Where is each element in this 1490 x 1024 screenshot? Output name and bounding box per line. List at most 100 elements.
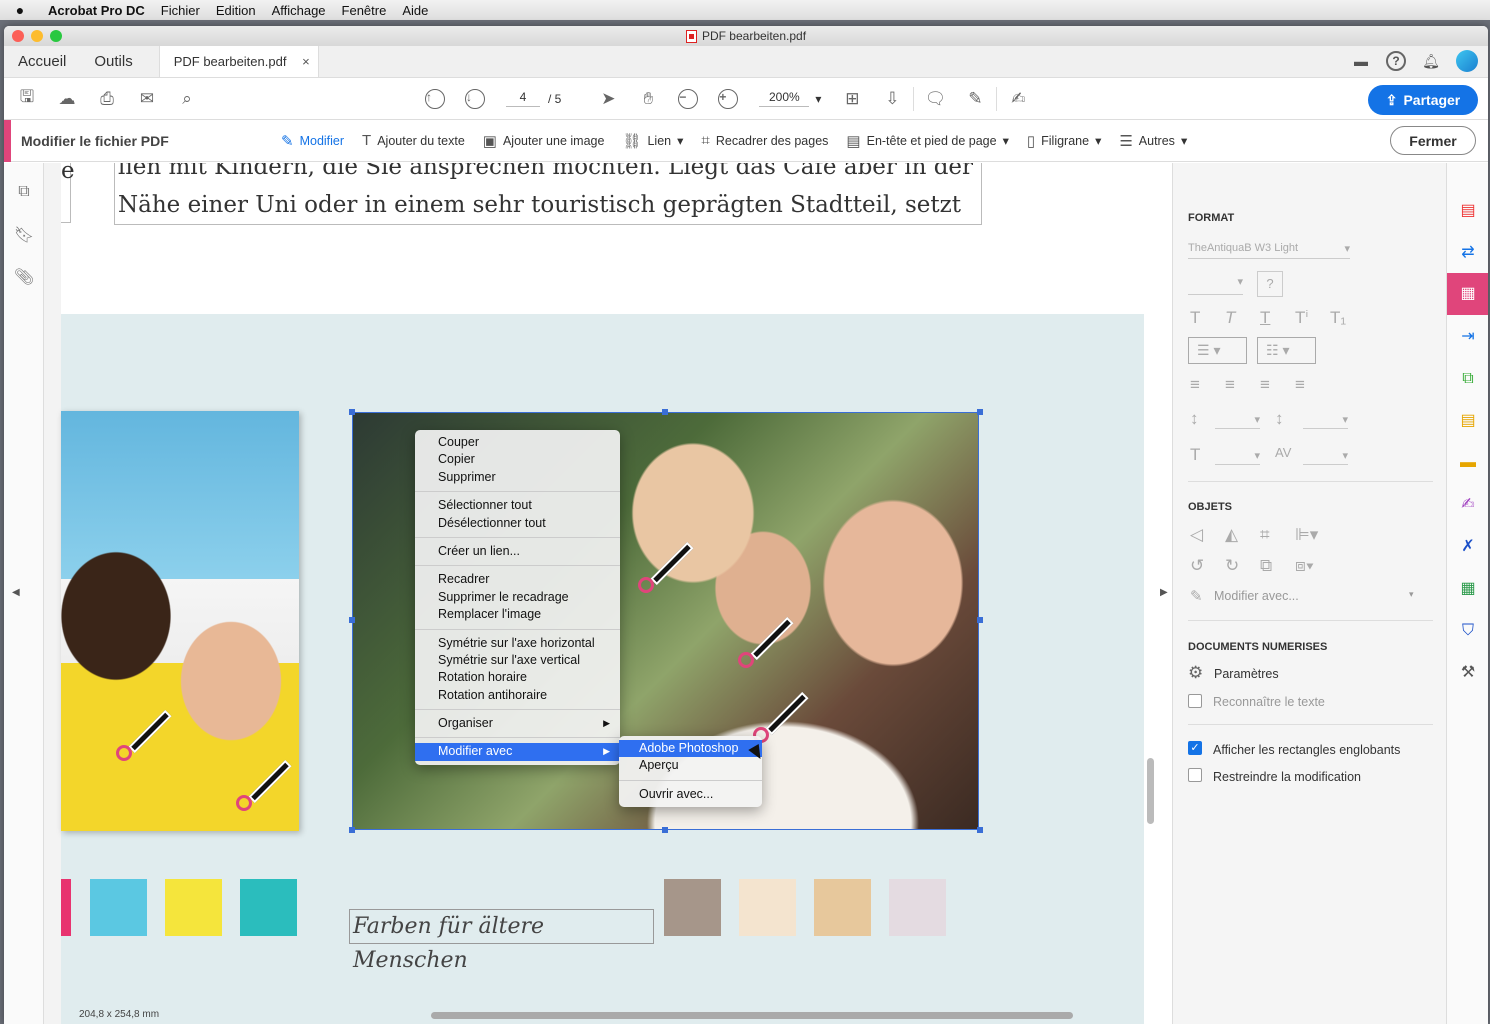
align-left-icon[interactable]: ≡ bbox=[1190, 375, 1200, 395]
tab-home[interactable]: Accueil bbox=[4, 46, 80, 77]
show-bounding-boxes-checkbox[interactable]: ✓ bbox=[1188, 741, 1202, 755]
align-center-icon[interactable]: ≡ bbox=[1225, 375, 1235, 395]
text-box[interactable]: lien mit Kindern, die Sie ansprechen möc… bbox=[114, 163, 982, 225]
vertical-scrollbar[interactable] bbox=[1147, 758, 1154, 824]
horizontal-scrollbar[interactable] bbox=[431, 1012, 1073, 1019]
menu-item-copy[interactable]: Copier bbox=[415, 451, 620, 468]
menu-item-flip-vertical[interactable]: Symétrie sur l'axe vertical bbox=[415, 652, 620, 669]
recognize-text-checkbox[interactable] bbox=[1188, 694, 1202, 708]
menu-item-delete[interactable]: Supprimer bbox=[415, 469, 620, 486]
menu-app[interactable]: Acrobat Pro DC bbox=[40, 3, 153, 18]
text-box-fragment[interactable]: e bbox=[61, 163, 75, 223]
line-spacing-select[interactable]: ▾ bbox=[1215, 413, 1260, 429]
align-objects-icon[interactable]: ⊫▾ bbox=[1295, 525, 1318, 545]
bullet-list-icon[interactable]: ☰ ▾ bbox=[1188, 337, 1247, 364]
link-tool[interactable]: ⛓︎ Lien ▾ bbox=[622, 132, 683, 150]
resize-handle[interactable] bbox=[349, 617, 355, 623]
comment-icon[interactable]: 🗨︎ bbox=[922, 86, 948, 112]
color-swatch[interactable] bbox=[664, 879, 721, 936]
gear-icon[interactable]: ⚙︎ bbox=[1188, 663, 1203, 683]
highlight-pen-icon[interactable]: ✎ bbox=[962, 86, 988, 112]
flip-vertical-icon[interactable]: ◭ bbox=[1225, 525, 1238, 545]
attachment-icon[interactable]: 📎︎ bbox=[13, 267, 35, 289]
page-down-icon[interactable]: ↓ bbox=[462, 86, 488, 112]
sign-icon[interactable]: ✍︎ bbox=[1005, 86, 1031, 112]
font-family-select[interactable]: TheAntiquaB W3 Light ▾ bbox=[1188, 242, 1350, 259]
numbered-list-icon[interactable]: ☷ ▾ bbox=[1257, 337, 1316, 364]
settings-link[interactable]: Paramètres bbox=[1214, 667, 1279, 681]
create-pdf-icon[interactable]: ▤ bbox=[1458, 201, 1478, 221]
subscript-icon[interactable]: T₁ bbox=[1330, 308, 1346, 328]
submenu-item-preview[interactable]: Aperçu bbox=[619, 757, 762, 774]
text-underline-icon[interactable]: T bbox=[1260, 308, 1270, 328]
color-swatch[interactable] bbox=[814, 879, 871, 936]
menu-item-crop[interactable]: Recadrer bbox=[415, 571, 620, 588]
apple-icon[interactable]: ● bbox=[0, 2, 40, 18]
restrict-editing-checkbox[interactable] bbox=[1188, 768, 1202, 782]
menu-item-arrange[interactable]: Organiser ▶ bbox=[415, 715, 620, 732]
bookmark-icon[interactable]: 🔖︎ bbox=[13, 225, 35, 247]
edit-tool-modify[interactable]: ✎ Modifier bbox=[281, 132, 344, 150]
zoom-selector[interactable]: 200% ▾ bbox=[759, 90, 821, 107]
text-scale-select[interactable]: ▾ bbox=[1215, 449, 1260, 465]
color-swatch[interactable] bbox=[240, 879, 297, 936]
align-justify-icon[interactable]: ≡ bbox=[1295, 375, 1305, 395]
menu-item-cut[interactable]: Couper bbox=[415, 434, 620, 451]
menu-item-edit-with[interactable]: Modifier avec ▶ bbox=[415, 743, 620, 761]
print-icon[interactable]: ⎙ bbox=[94, 86, 120, 112]
menu-item-rotate-cw[interactable]: Rotation horaire bbox=[415, 669, 620, 686]
color-swatch[interactable] bbox=[165, 879, 222, 936]
scroll-mode-icon[interactable]: ⇩ bbox=[879, 86, 905, 112]
paragraph-spacing-icon[interactable]: ↕ bbox=[1275, 409, 1284, 429]
photo-children[interactable] bbox=[61, 411, 299, 831]
comment-tool-icon[interactable]: ▬ bbox=[1458, 453, 1478, 473]
comment-bubble-icon[interactable]: ▬ bbox=[1350, 50, 1372, 72]
arrange-icon[interactable]: ⧈▾ bbox=[1295, 556, 1314, 576]
zoom-out-icon[interactable]: − bbox=[675, 86, 701, 112]
fit-page-icon[interactable]: ⊞ bbox=[839, 86, 865, 112]
page-up-icon[interactable]: ↑ bbox=[422, 86, 448, 112]
edit-with-select[interactable]: Modifier avec... bbox=[1214, 589, 1299, 603]
align-right-icon[interactable]: ≡ bbox=[1260, 375, 1270, 395]
send-for-signature-icon[interactable]: ✗ bbox=[1458, 537, 1478, 557]
search-icon[interactable]: ⌕ bbox=[174, 86, 200, 112]
help-icon[interactable]: ? bbox=[1386, 51, 1406, 71]
line-spacing-icon[interactable]: ↕ bbox=[1190, 409, 1199, 429]
crop-pages-tool[interactable]: ⌗ Recadrer des pages bbox=[701, 132, 828, 149]
menu-item-remove-crop[interactable]: Supprimer le recadrage bbox=[415, 589, 620, 606]
close-window-button[interactable] bbox=[12, 30, 24, 42]
color-swatch[interactable] bbox=[90, 879, 147, 936]
add-text-tool[interactable]: T Ajouter du texte bbox=[362, 132, 465, 149]
superscript-icon[interactable]: Tⁱ bbox=[1295, 308, 1308, 328]
more-tools[interactable]: ☰ Autres ▾ bbox=[1119, 132, 1187, 150]
submenu-item-photoshop[interactable]: Adobe Photoshop bbox=[619, 740, 762, 758]
color-swatch[interactable] bbox=[889, 879, 946, 936]
maximize-window-button[interactable] bbox=[50, 30, 62, 42]
menu-item-flip-horizontal[interactable]: Symétrie sur l'axe horizontal bbox=[415, 635, 620, 652]
rotate-left-icon[interactable]: ↺ bbox=[1190, 556, 1204, 576]
select-cursor-icon[interactable]: ➤ bbox=[595, 86, 621, 112]
flip-horizontal-icon[interactable]: ◁ bbox=[1190, 525, 1203, 545]
add-image-tool[interactable]: ▣ Ajouter une image bbox=[483, 132, 605, 150]
close-tab-icon[interactable]: × bbox=[302, 54, 310, 69]
resize-handle[interactable] bbox=[349, 409, 355, 415]
organize-pages-icon[interactable]: ⇥ bbox=[1458, 327, 1478, 347]
watermark-tool[interactable]: ▯ Filigrane ▾ bbox=[1027, 132, 1101, 150]
character-spacing-icon[interactable]: AV bbox=[1275, 445, 1291, 460]
save-icon[interactable]: 🖫︎ bbox=[14, 86, 40, 112]
tab-tools[interactable]: Outils bbox=[80, 46, 146, 77]
character-spacing-select[interactable]: ▾ bbox=[1303, 449, 1348, 465]
text-normal-icon[interactable]: T bbox=[1190, 308, 1200, 328]
share-button[interactable]: ⇪ Partager bbox=[1368, 85, 1478, 115]
menu-affichage[interactable]: Affichage bbox=[264, 3, 334, 18]
submenu-item-open-with[interactable]: Ouvrir avec... bbox=[619, 786, 762, 803]
collapse-right-icon[interactable]: ▶ bbox=[1160, 587, 1168, 598]
help-icon[interactable]: ? bbox=[1257, 271, 1283, 297]
menu-aide[interactable]: Aide bbox=[394, 3, 436, 18]
menu-fenetre[interactable]: Fenêtre bbox=[334, 3, 395, 18]
caption-text-box[interactable]: Farben für ältere Menschen bbox=[349, 909, 654, 973]
more-tools-icon[interactable]: ⚒︎ bbox=[1458, 663, 1478, 683]
fill-sign-icon[interactable]: ✍︎ bbox=[1458, 495, 1478, 515]
resize-handle[interactable] bbox=[977, 827, 983, 833]
menu-fichier[interactable]: Fichier bbox=[153, 3, 208, 18]
